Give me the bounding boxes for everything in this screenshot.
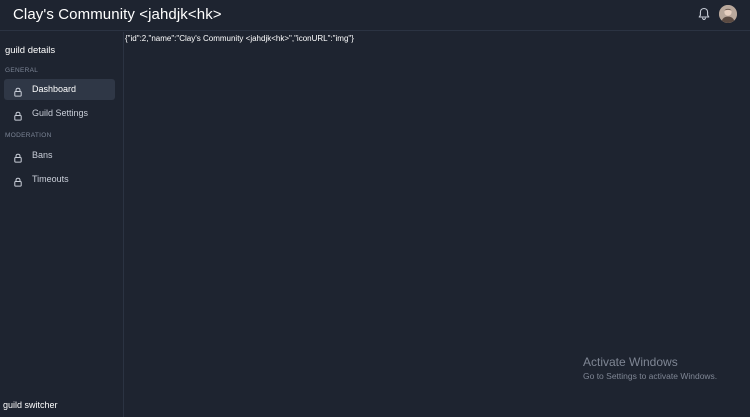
sidebar-item-label: Timeouts [32, 174, 69, 184]
section-label-moderation: MODERATION [5, 132, 52, 139]
sidebar-item-guild-settings[interactable]: Guild Settings [4, 103, 115, 124]
app-window: Clay's Community <jahdjk<hk> guild detai… [0, 0, 750, 417]
section-label-general: GENERAL [5, 67, 39, 74]
sidebar-item-label: Guild Settings [32, 108, 89, 118]
sidebar-title: guild details [5, 45, 56, 56]
sidebar-item-dashboard[interactable]: Dashboard [4, 79, 115, 100]
top-bar: Clay's Community <jahdjk<hk> [0, 0, 750, 31]
guild-json-output: {"id":2,"name":"Clay's Community <jahdjk… [125, 34, 354, 43]
sidebar-item-label: Dashboard [32, 84, 77, 94]
sidebar-item-label: Bans [32, 150, 53, 160]
activation-watermark-subtitle: Go to Settings to activate Windows. [583, 371, 718, 381]
lock-icon [13, 84, 23, 97]
guild-switcher[interactable]: guild switcher [3, 400, 58, 410]
sidebar: guild details GENERAL Dashboard Guild Se… [0, 32, 124, 417]
page-title: Clay's Community <jahdjk<hk> [13, 6, 222, 23]
sidebar-item-timeouts[interactable]: Timeouts [4, 169, 115, 190]
user-avatar[interactable] [719, 5, 737, 23]
bell-icon[interactable] [697, 7, 711, 21]
lock-icon [13, 150, 23, 163]
sidebar-item-bans[interactable]: Bans [4, 145, 115, 166]
activation-watermark-title: Activate Windows [583, 355, 678, 369]
lock-icon [13, 108, 23, 121]
lock-icon [13, 174, 23, 187]
